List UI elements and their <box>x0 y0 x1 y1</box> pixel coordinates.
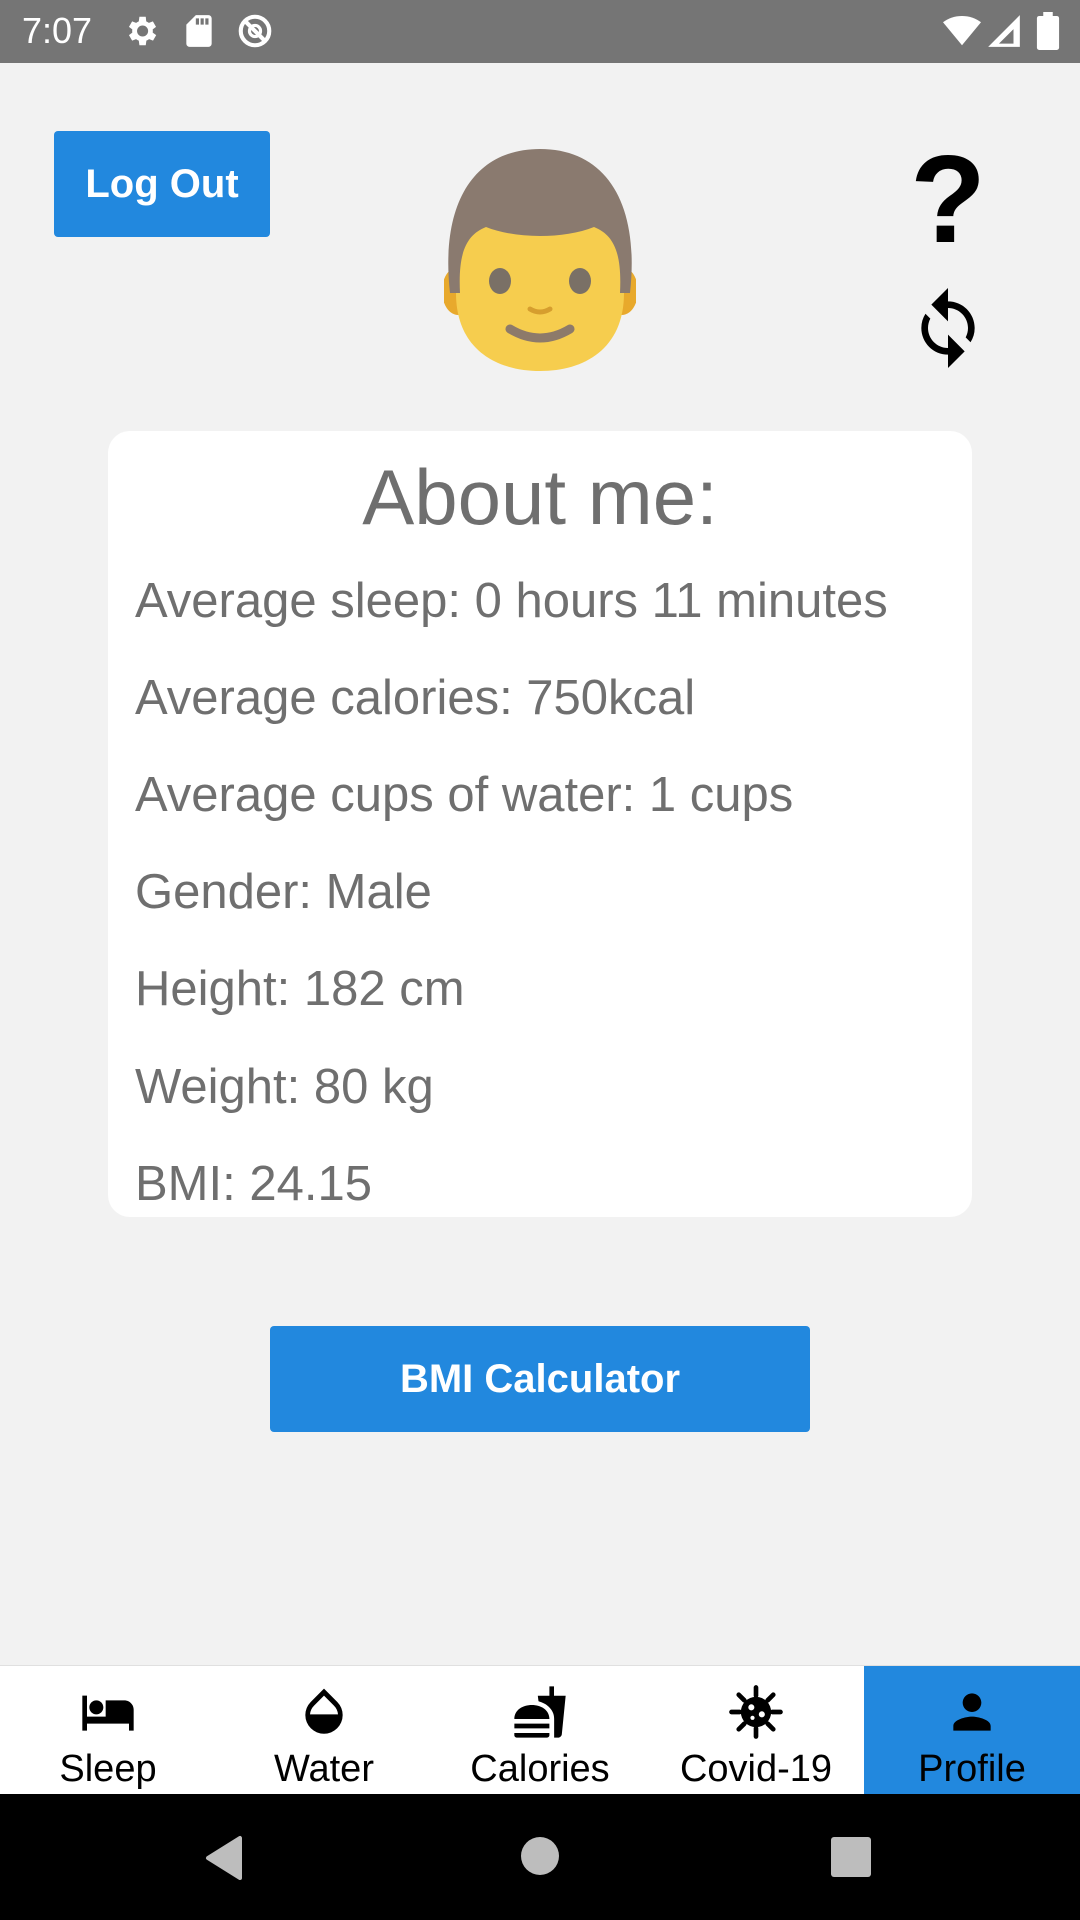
bed-icon <box>82 1695 134 1731</box>
tab-covid[interactable]: Covid-19 <box>648 1666 864 1795</box>
fastfood-icon <box>514 1686 566 1738</box>
bmi-calculator-button[interactable]: BMI Calculator <box>270 1326 810 1432</box>
tab-label: Water <box>274 1748 374 1790</box>
virus-icon <box>729 1685 783 1739</box>
help-icon[interactable]: ? <box>900 138 996 262</box>
water-drop-icon <box>305 1688 343 1734</box>
gender-text: Gender: Male <box>135 865 432 919</box>
tab-calories[interactable]: Calories <box>432 1666 648 1795</box>
logout-button[interactable]: Log Out <box>54 131 270 237</box>
wifi-icon <box>943 15 981 46</box>
average-calories-text: Average calories: 750kcal <box>135 671 696 725</box>
battery-icon <box>1036 12 1060 50</box>
signal-icon <box>988 15 1020 47</box>
average-water-text: Average cups of water: 1 cups <box>135 768 794 822</box>
tab-label: Calories <box>470 1748 610 1790</box>
tab-water[interactable]: Water <box>216 1666 432 1795</box>
about-title: About me: <box>362 453 718 541</box>
tab-label: Profile <box>918 1748 1026 1790</box>
home-icon[interactable] <box>521 1837 559 1875</box>
bmi-text: BMI: 24.15 <box>135 1157 372 1211</box>
weight-text: Weight: 80 kg <box>135 1060 434 1114</box>
height-text: Height: 182 cm <box>135 962 465 1016</box>
tab-label: Sleep <box>59 1748 157 1790</box>
average-sleep-text: Average sleep: 0 hours 11 minutes <box>135 574 888 628</box>
profile-screen: 7:07 Log Out ? About me: Average sleep: … <box>0 0 1080 1920</box>
refresh-icon[interactable] <box>908 278 988 378</box>
gear-icon <box>128 16 157 46</box>
back-icon[interactable] <box>204 1835 244 1881</box>
sd-card-icon <box>186 15 212 47</box>
status-time: 7:07 <box>22 10 93 51</box>
about-card: About me: Average sleep: 0 hours 11 minu… <box>108 431 972 1217</box>
system-navigation-bar <box>0 1794 1080 1920</box>
do-not-disturb-icon <box>238 14 272 48</box>
person-icon <box>953 1693 991 1731</box>
avatar <box>444 149 636 371</box>
bottom-tab-bar: Sleep Water Calories Covid-19 Profile <box>0 1665 1080 1795</box>
status-bar: 7:07 <box>0 0 1080 63</box>
recents-icon[interactable] <box>831 1837 871 1877</box>
tab-profile[interactable]: Profile <box>864 1666 1080 1795</box>
tab-label: Covid-19 <box>679 1748 833 1790</box>
tab-sleep[interactable]: Sleep <box>0 1666 216 1795</box>
